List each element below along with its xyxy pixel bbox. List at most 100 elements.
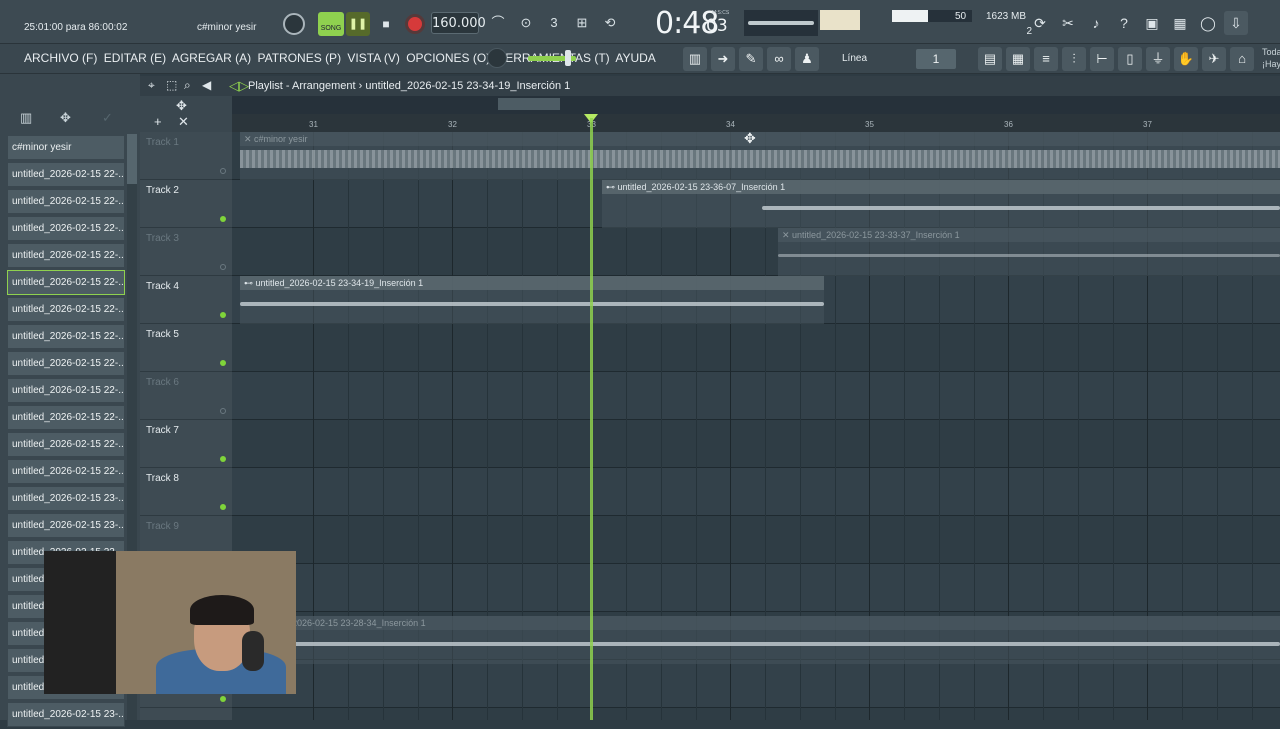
track-header[interactable]: Track 6: [140, 372, 232, 420]
timeline-ruler[interactable]: 31 32 33 34 35 36 37: [232, 96, 1280, 132]
track-mute-led[interactable]: [220, 264, 226, 270]
grid-row[interactable]: [232, 324, 1280, 372]
play-pause-button[interactable]: ❚❚: [346, 12, 370, 36]
help-icon[interactable]: ?: [1112, 11, 1136, 35]
pattern-item[interactable]: untitled_2026-02-15 22-...: [7, 324, 125, 349]
playhead-line[interactable]: [590, 118, 593, 720]
track-mute-led[interactable]: [220, 168, 226, 174]
plugin-icon[interactable]: ▦: [1168, 11, 1192, 35]
grid-row[interactable]: [232, 660, 1280, 708]
audio-clip[interactable]: 2026-02-15 23-28-34_Inserción 1: [288, 616, 1280, 664]
pattern-item[interactable]: c#minor yesir: [7, 135, 125, 160]
track-mute-led[interactable]: [220, 504, 226, 510]
tempo-display[interactable]: 160.000: [431, 12, 486, 34]
undo-icon[interactable]: ⟳: [1028, 11, 1052, 35]
sample-icon[interactable]: ✈: [1202, 47, 1226, 71]
pattern-item[interactable]: untitled_2026-02-15 22-...: [7, 162, 125, 187]
stamp-icon[interactable]: ♟: [795, 47, 819, 71]
grid-row[interactable]: [232, 468, 1280, 516]
playlist-icon[interactable]: ▤: [978, 47, 1002, 71]
save-icon[interactable]: ▣: [1140, 11, 1164, 35]
wait-input-icon[interactable]: ⊙: [514, 12, 538, 34]
grid-row[interactable]: [232, 564, 1280, 612]
loop-record-icon[interactable]: ⟲: [598, 12, 622, 34]
pattern-item[interactable]: untitled_2026-02-15 22-...: [7, 297, 125, 322]
microphone-icon[interactable]: ♪: [1084, 11, 1108, 35]
pattern-item[interactable]: untitled_2026-02-15 23-...: [7, 702, 125, 727]
brush-icon[interactable]: ✎: [739, 47, 763, 71]
pattern-item[interactable]: untitled_2026-02-15 22-...: [7, 432, 125, 457]
pattern-item[interactable]: untitled_2026-02-15 22-...: [7, 459, 125, 484]
browser-check-icon[interactable]: ✓: [102, 110, 113, 126]
track-mute-led[interactable]: [220, 216, 226, 222]
track-mute-led[interactable]: [220, 696, 226, 702]
audio-clip[interactable]: ✕ untitled_2026-02-15 23-33-37_Inserción…: [778, 228, 1280, 276]
metronome-icon[interactable]: ⌒: [486, 12, 510, 34]
pattern-item[interactable]: untitled_2026-02-15 23-...: [7, 486, 125, 511]
speaker-icon[interactable]: ◀: [202, 78, 211, 92]
browser-move-icon[interactable]: ✥: [60, 110, 71, 126]
audio-clip[interactable]: ⊷ untitled_2026-02-15 23-36-07_Inserción…: [602, 180, 1280, 228]
grid-row[interactable]: [232, 420, 1280, 468]
menu-patterns[interactable]: PATRONES (P): [258, 51, 342, 65]
stop-button[interactable]: ■: [374, 12, 398, 36]
add-track-icon[interactable]: +: [154, 114, 162, 129]
piano-roll-icon[interactable]: ▥: [683, 47, 707, 71]
chat-icon[interactable]: ◯: [1196, 11, 1220, 35]
snap-select[interactable]: Línea: [838, 49, 894, 69]
download-icon[interactable]: ⇩: [1224, 11, 1248, 35]
track-header[interactable]: Track 3: [140, 228, 232, 276]
main-volume-knob[interactable]: [283, 13, 305, 35]
slice-icon[interactable]: ⌖: [148, 78, 155, 93]
pattern-item[interactable]: untitled_2026-02-15 23-...: [7, 513, 125, 538]
pattern-item[interactable]: untitled_2026-02-15 22-...: [7, 243, 125, 268]
track-mute-led[interactable]: [220, 360, 226, 366]
menu-view[interactable]: VISTA (V): [347, 51, 399, 65]
browser-scroll-thumb[interactable]: [127, 134, 137, 184]
tree-icon[interactable]: ⊢: [1090, 47, 1114, 71]
countdown-icon[interactable]: 3: [542, 12, 566, 34]
record-button[interactable]: [405, 14, 425, 34]
master-pitch-knob[interactable]: [487, 48, 507, 68]
move-tool-icon[interactable]: ✥: [176, 98, 187, 114]
step-edit-icon[interactable]: ⊞: [570, 12, 594, 34]
grid-row[interactable]: [232, 516, 1280, 564]
channel-rack-icon[interactable]: ▦: [1006, 47, 1030, 71]
track-mute-led[interactable]: [220, 408, 226, 414]
track-header[interactable]: Track 1: [140, 132, 232, 180]
track-mute-led[interactable]: [220, 312, 226, 318]
menu-add[interactable]: AGREGAR (A): [172, 51, 251, 65]
menu-edit[interactable]: EDITAR (E): [104, 51, 166, 65]
track-header[interactable]: Track 2: [140, 180, 232, 228]
grid-row[interactable]: [232, 372, 1280, 420]
pattern-item[interactable]: untitled_2026-02-15 22-...: [7, 216, 125, 241]
pattern-item[interactable]: untitled_2026-02-15 22-...: [7, 189, 125, 214]
master-pitch-thumb[interactable]: [565, 50, 571, 66]
timeline-overview[interactable]: [232, 96, 1280, 114]
link-icon[interactable]: ∞: [767, 47, 791, 71]
track-header[interactable]: Track 7: [140, 420, 232, 468]
song-mode-button[interactable]: SONG: [318, 12, 344, 36]
audio-clip[interactable]: ✕ c#minor yesir: [240, 132, 1280, 180]
audio-clip[interactable]: ⊷ untitled_2026-02-15 23-34-19_Inserción…: [240, 276, 824, 324]
arrow-right-icon[interactable]: ➜: [711, 47, 735, 71]
track-mute-led[interactable]: [220, 456, 226, 462]
menu-help[interactable]: AYUDA: [615, 51, 655, 65]
track-header[interactable]: Track 5: [140, 324, 232, 372]
timeline-scroll-thumb[interactable]: [498, 98, 560, 110]
mixer-icon[interactable]: ≡: [1034, 47, 1058, 71]
track-header[interactable]: Track 4: [140, 276, 232, 324]
master-fader[interactable]: [820, 10, 860, 30]
zoom-icon[interactable]: ⌕: [184, 78, 191, 93]
plug-icon[interactable]: ⏚: [1146, 47, 1170, 71]
shop-icon[interactable]: ⌂: [1230, 47, 1254, 71]
touch-icon[interactable]: ✋: [1174, 47, 1198, 71]
select-icon[interactable]: ⬚: [166, 78, 177, 92]
remove-track-icon[interactable]: ✕: [178, 114, 189, 130]
menu-options[interactable]: OPCIONES (O): [406, 51, 490, 65]
pattern-item[interactable]: untitled_2026-02-15 22-...: [7, 351, 125, 376]
track-header[interactable]: Track 8: [140, 468, 232, 516]
faders-icon[interactable]: ⫶: [1062, 47, 1086, 71]
pattern-item-selected[interactable]: untitled_2026-02-15 22-...: [7, 270, 125, 295]
pattern-item[interactable]: untitled_2026-02-15 22-...: [7, 378, 125, 403]
